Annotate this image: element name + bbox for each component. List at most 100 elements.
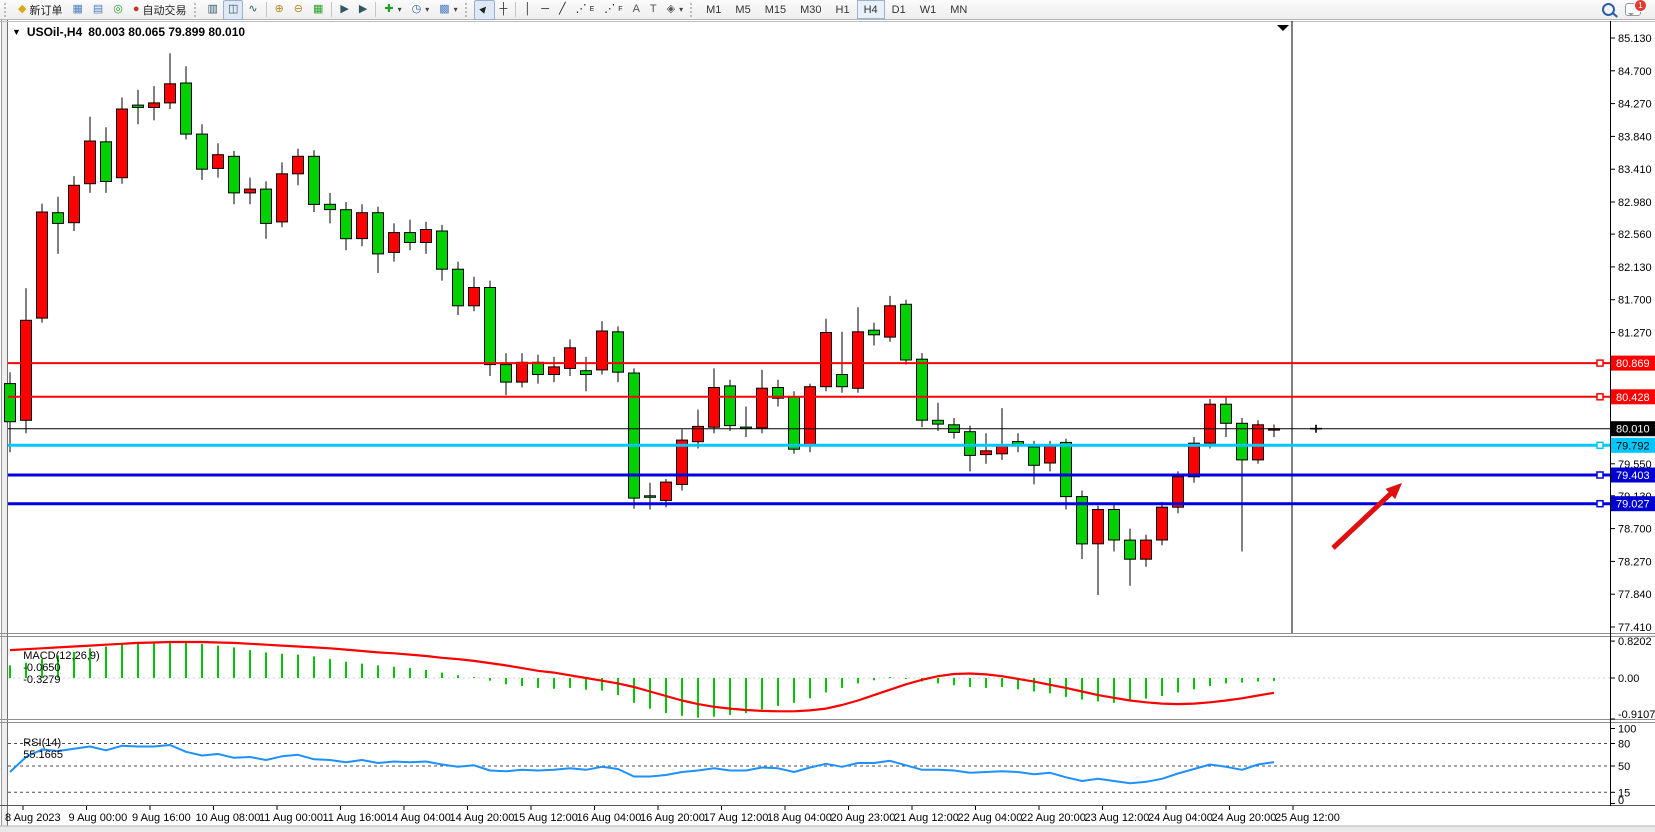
price-tick-label: 83.410 — [1618, 164, 1652, 176]
price-badge: 80.869 — [1611, 356, 1655, 371]
candle — [901, 304, 912, 360]
rsi-value: 55.1665 — [23, 749, 63, 761]
toolbar-grip[interactable] — [690, 3, 696, 17]
candle — [245, 189, 256, 193]
search-icon[interactable] — [1602, 3, 1615, 16]
price-tick-label: 82.560 — [1618, 229, 1652, 241]
template-button[interactable]: ▩▾ — [434, 0, 462, 20]
zoom-out-button[interactable]: ⊖ — [289, 0, 308, 20]
toolbar-grip[interactable] — [4, 3, 10, 17]
bar-chart-button[interactable]: ▥ — [203, 0, 223, 20]
data-window-button[interactable]: ▤ — [88, 0, 108, 20]
vertical-line-button[interactable]: │ — [519, 0, 536, 20]
text-label-button[interactable]: T — [645, 0, 662, 20]
price-tick-label: 78.270 — [1618, 556, 1652, 568]
time-tick-label: 16 Aug 20:00 — [640, 812, 705, 824]
candle — [165, 84, 176, 103]
macd-axis-label: -0.9107 — [1618, 709, 1655, 721]
price-badge: 80.010 — [1611, 421, 1655, 436]
line-anchor[interactable] — [1597, 472, 1603, 478]
new-order-button[interactable]: ◆新订单 — [13, 0, 67, 20]
candle — [197, 134, 208, 169]
text-icon: A — [633, 4, 640, 15]
shapes-button[interactable]: ◈▾ — [662, 0, 688, 20]
candle — [789, 397, 800, 450]
chevron-down-icon: ▾ — [454, 5, 458, 14]
add-indicator-button[interactable]: ✚▾ — [379, 0, 406, 20]
line-anchor[interactable] — [1597, 360, 1603, 366]
candle — [485, 288, 496, 365]
navigator-button[interactable]: ◎ — [108, 0, 128, 20]
rsi-axis-label: 80 — [1618, 739, 1630, 751]
trendline-icon: ╱ — [559, 4, 566, 15]
price-badge: 80.428 — [1611, 389, 1655, 404]
time-tick-label: 10 Aug 08:00 — [196, 812, 261, 824]
line-chart-icon: ∿ — [248, 4, 257, 15]
zoom-in-button[interactable]: ⊕ — [270, 0, 289, 20]
fibo-f-button[interactable]: ⋰F — [599, 0, 627, 20]
toolbar-grip[interactable] — [194, 3, 200, 17]
line-anchor[interactable] — [1597, 442, 1603, 448]
fibo-e-button[interactable]: ⋰E — [571, 0, 600, 20]
chat-icon[interactable]: 1 — [1625, 3, 1641, 16]
candle — [1045, 446, 1056, 463]
candle — [261, 189, 272, 223]
tile-windows-icon: ▦ — [313, 4, 323, 15]
timeframe-M5[interactable]: M5 — [728, 0, 757, 19]
chart-shift-button[interactable]: ▶ — [354, 0, 372, 20]
candlestick-chart-icon: ◫ — [228, 4, 238, 15]
timeframe-H4[interactable]: H4 — [857, 0, 885, 19]
chevron-down-icon: ▾ — [398, 5, 402, 14]
macd-main-value: -0.0650 — [23, 662, 60, 674]
rsi-name: RSI(14) — [23, 737, 61, 749]
auto-scroll-button[interactable]: ▶ — [335, 0, 353, 20]
market-watch-button[interactable]: ▦ — [67, 0, 87, 20]
horizontal-line-button[interactable]: ─ — [536, 0, 554, 20]
candle — [373, 213, 384, 254]
time-tick-label: 16 Aug 04:00 — [577, 812, 642, 824]
toolbar-grip[interactable] — [465, 3, 471, 17]
candle — [1205, 404, 1216, 443]
svg-text:80.869: 80.869 — [1616, 358, 1650, 370]
candle — [661, 482, 672, 500]
candle — [853, 332, 864, 389]
candle — [101, 142, 112, 182]
line-anchor[interactable] — [1597, 394, 1603, 400]
candle — [933, 420, 944, 424]
time-tick-label: 11 Aug 16:00 — [323, 812, 387, 824]
bar-chart-icon: ▥ — [208, 4, 218, 15]
candlestick-chart-button[interactable]: ◫ — [223, 0, 243, 20]
line-chart-button[interactable]: ∿ — [243, 0, 262, 20]
auto-trading-button[interactable]: ●自动交易 — [128, 0, 192, 20]
candle — [181, 83, 192, 134]
chart-canvas[interactable]: 85.13084.70084.27083.84083.41082.98082.5… — [0, 0, 1655, 832]
text-button[interactable]: A — [628, 0, 645, 20]
timeframe-W1[interactable]: W1 — [913, 0, 944, 19]
candle — [549, 367, 560, 375]
timeframe-MN[interactable]: MN — [943, 0, 974, 19]
tile-windows-button[interactable]: ▦ — [308, 0, 328, 20]
candle — [309, 156, 320, 204]
trendline-button[interactable]: ╱ — [554, 0, 571, 20]
macd-name: MACD(12,26,9) — [23, 650, 99, 662]
price-badge: 79.403 — [1611, 468, 1655, 483]
time-tick-label: 22 Aug 20:00 — [1021, 812, 1086, 824]
timeframe-M15[interactable]: M15 — [758, 0, 793, 19]
timeframe-M30[interactable]: M30 — [793, 0, 828, 19]
time-tick-label: 20 Aug 23:00 — [831, 812, 896, 824]
macd-axis-label: 0.00 — [1618, 673, 1639, 685]
crosshair-button[interactable]: ┼ — [495, 0, 513, 20]
line-anchor[interactable] — [1597, 501, 1603, 507]
timeframe-H1[interactable]: H1 — [829, 0, 857, 19]
price-tick-label: 84.270 — [1618, 99, 1652, 111]
candle — [645, 496, 656, 498]
candle — [565, 348, 576, 369]
candle — [629, 373, 640, 498]
cursor-button[interactable]: ► — [474, 0, 495, 20]
period-button[interactable]: ◷▾ — [407, 0, 435, 20]
timeframe-D1[interactable]: D1 — [885, 0, 913, 19]
candle — [965, 432, 976, 456]
collapse-indicator-icon[interactable]: ▼ — [12, 27, 21, 37]
svg-text:80.010: 80.010 — [1616, 424, 1650, 436]
timeframe-M1[interactable]: M1 — [699, 0, 728, 19]
